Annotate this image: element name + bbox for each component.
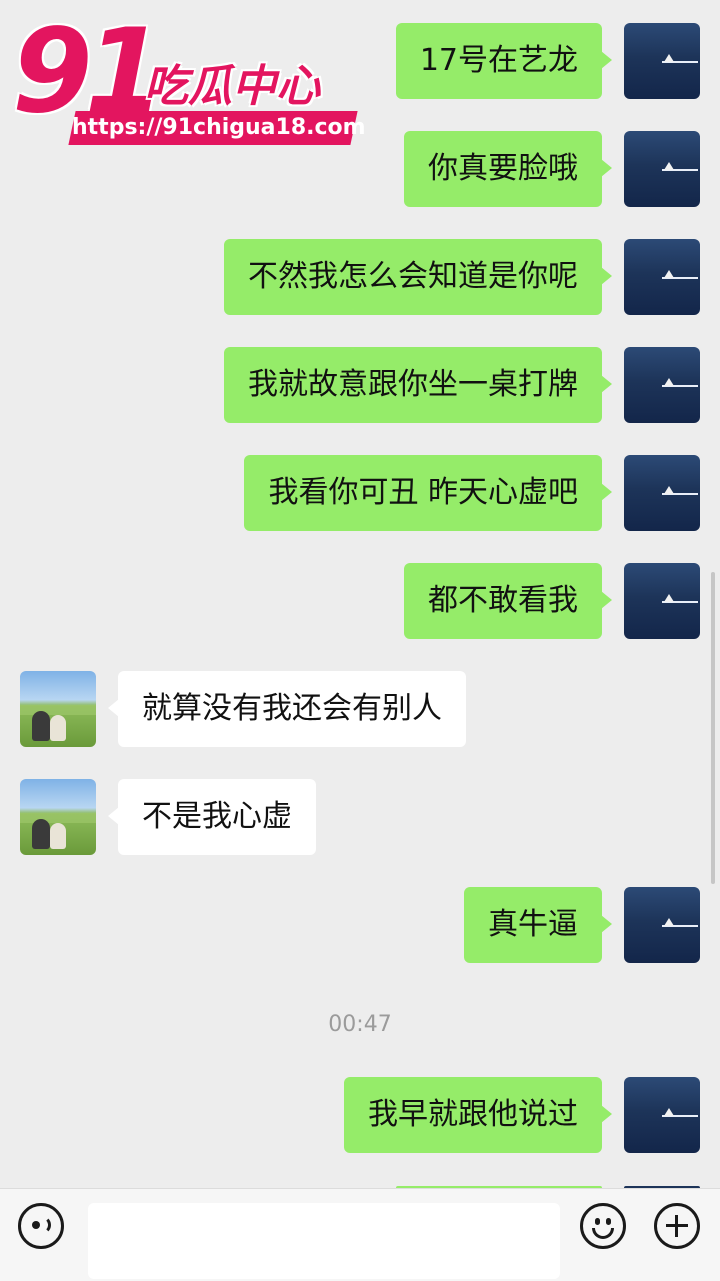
message-bubble[interactable]: 我看你可丑 昨天心虚吧: [244, 455, 612, 531]
message-bubble[interactable]: 就算没有我还会有别人: [108, 671, 466, 747]
avatar[interactable]: [624, 455, 700, 531]
message-bubble[interactable]: 不是我心虚: [108, 779, 316, 855]
message-row: 我看你可丑 昨天心虚吧: [0, 455, 720, 531]
message-bubble[interactable]: 不然我怎么会知道是你呢: [224, 239, 612, 315]
message-bubble[interactable]: 真牛逼: [464, 887, 612, 963]
timestamp: 00:47: [328, 1012, 392, 1037]
message-bubble[interactable]: 都不敢看我: [404, 563, 612, 639]
message-row: 不然我怎么会知道是你呢: [0, 239, 720, 315]
voice-icon[interactable]: [18, 1203, 64, 1249]
watermark-logo: 91 吃瓜中心 https://91chigua18.com: [8, 4, 366, 158]
plus-icon[interactable]: [654, 1203, 700, 1249]
watermark-url: https://91chigua18.com: [72, 115, 366, 140]
avatar[interactable]: [624, 563, 700, 639]
message-row: 我早就跟他说过: [0, 1077, 720, 1153]
message-row: 真牛逼: [0, 887, 720, 963]
input-bar: [0, 1188, 720, 1281]
avatar[interactable]: [20, 779, 96, 855]
message-bubble[interactable]: 我早就跟他说过: [344, 1077, 612, 1153]
avatar[interactable]: [624, 887, 700, 963]
avatar[interactable]: [624, 131, 700, 207]
chat-area[interactable]: 17号在艺龙 你真要脸哦 不然我怎么会知道是你呢 我就故意跟你坐一桌打牌 我看你…: [0, 0, 720, 1188]
message-row: 都不敢看我: [0, 563, 720, 639]
message-bubble[interactable]: 你真要脸哦: [404, 131, 612, 207]
avatar[interactable]: [624, 239, 700, 315]
message-bubble[interactable]: 17号在艺龙: [395, 23, 613, 99]
avatar[interactable]: [624, 1077, 700, 1153]
message-row: 就算没有我还会有别人: [0, 671, 720, 747]
message-row: 不是我心虚: [0, 779, 720, 855]
emoji-icon[interactable]: [580, 1203, 626, 1249]
avatar[interactable]: [20, 671, 96, 747]
message-bubble[interactable]: 我就故意跟你坐一桌打牌: [224, 347, 612, 423]
scrollbar[interactable]: [711, 572, 715, 884]
watermark-title: 吃瓜中心: [144, 61, 320, 112]
message-row: 我就故意跟你坐一桌打牌: [0, 347, 720, 423]
message-input[interactable]: [88, 1203, 560, 1279]
avatar[interactable]: [624, 347, 700, 423]
avatar[interactable]: [624, 23, 700, 99]
watermark-url-badge: https://91chigua18.com: [68, 111, 366, 145]
